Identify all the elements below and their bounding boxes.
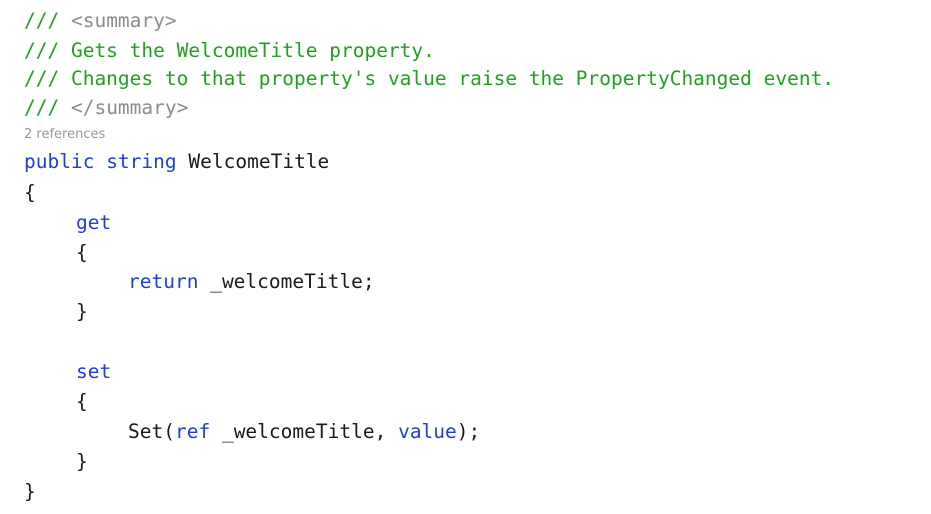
keyword-string: string <box>106 150 177 173</box>
doc-comment-line: /// Changes to that property's value rai… <box>24 64 834 94</box>
getter-open-brace: { <box>76 238 88 268</box>
keyword-ref: ref <box>174 420 211 443</box>
set-call-statement: Set(ref _welcomeTitle, value); <box>128 417 480 447</box>
setter-open-brace: { <box>76 387 88 417</box>
getter-close-brace: } <box>76 297 88 327</box>
doc-comment-line: /// Gets the WelcomeTitle property. <box>24 36 435 66</box>
brace: } <box>24 480 36 503</box>
keyword-return: return <box>128 270 199 293</box>
keyword-set: set <box>76 360 112 383</box>
call-end: ); <box>456 420 481 443</box>
comment-prefix: /// <box>24 96 71 119</box>
brace: { <box>24 181 36 204</box>
codelens-references-link[interactable]: 2 references <box>24 127 105 142</box>
comment-prefix: /// <box>24 9 71 32</box>
property-declaration: public string WelcomeTitle <box>24 147 329 177</box>
brace: } <box>76 450 88 473</box>
code-editor[interactable]: /// <summary> /// Gets the WelcomeTitle … <box>0 0 931 514</box>
close-brace: } <box>24 477 36 507</box>
xml-doc-tag: <summary> <box>70 9 177 32</box>
doc-comment-summary-close: /// </summary> <box>24 93 188 123</box>
doc-comment-summary-open: /// <summary> <box>24 6 177 36</box>
field-argument: _welcomeTitle, <box>221 420 387 443</box>
keyword-get: get <box>76 211 112 234</box>
keyword-public: public <box>24 150 95 173</box>
keyword-value: value <box>398 420 457 443</box>
open-brace: { <box>24 178 36 208</box>
setter-close-brace: } <box>76 447 88 477</box>
brace: } <box>76 300 88 323</box>
brace: { <box>76 241 88 264</box>
comment-text: /// Gets the WelcomeTitle property. <box>24 39 435 62</box>
getter-line: get <box>76 208 111 238</box>
property-name: WelcomeTitle <box>188 150 330 173</box>
codelens-references[interactable]: 2 references <box>24 125 105 145</box>
field-reference: _welcomeTitle; <box>210 270 375 293</box>
xml-doc-tag: </summary> <box>70 96 189 119</box>
method-call: Set( <box>128 420 175 443</box>
brace: { <box>76 390 88 413</box>
setter-line: set <box>76 357 111 387</box>
comment-text: /// Changes to that property's value rai… <box>24 67 835 90</box>
return-statement: return _welcomeTitle; <box>128 267 375 297</box>
